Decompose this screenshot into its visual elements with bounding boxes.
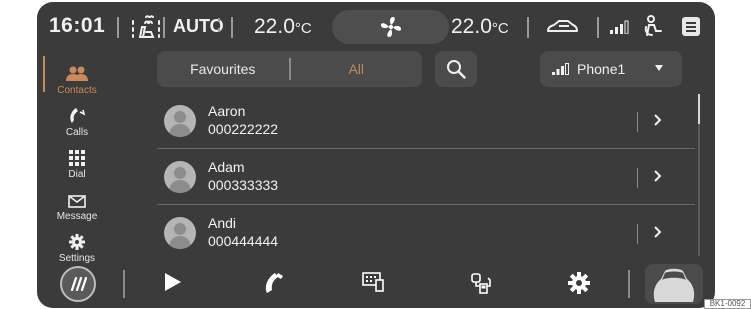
play-icon[interactable]	[164, 272, 182, 292]
smartlink-icon[interactable]	[362, 272, 384, 292]
contact-name: Aaron	[208, 103, 246, 119]
contacts-icon	[66, 66, 88, 81]
car-icon[interactable]	[545, 17, 579, 37]
gear-icon	[69, 234, 85, 250]
fuel-icon[interactable]	[470, 272, 492, 294]
fan-icon	[380, 17, 401, 37]
contact-number: 000222222	[208, 121, 279, 137]
signal-icon	[610, 20, 629, 34]
avatar	[164, 105, 196, 137]
contact-row[interactable]: Andi 000444444	[157, 207, 695, 263]
tab-favourites[interactable]: Favourites	[157, 61, 289, 77]
phone-selector[interactable]: Phone1	[540, 51, 682, 87]
temperature-right[interactable]: 22.0°C	[451, 15, 509, 39]
divider	[637, 168, 638, 188]
search-button[interactable]	[435, 51, 477, 87]
chevron-down-icon	[655, 65, 663, 71]
contacts-filter-tabs: Favourites All	[157, 51, 422, 87]
divider	[628, 270, 630, 298]
temperature-right-unit: °C	[491, 20, 509, 37]
divider	[117, 17, 119, 38]
divider	[597, 17, 599, 38]
phone-name: Phone1	[577, 61, 626, 77]
tab-all[interactable]: All	[291, 61, 423, 77]
row-divider	[157, 204, 695, 205]
contact-row[interactable]: Aaron 000222222	[157, 95, 695, 151]
temperature-left-value: 22.0	[254, 15, 295, 38]
gear-icon[interactable]	[568, 272, 590, 294]
divider	[231, 17, 233, 38]
sidebar-item-settings[interactable]: Settings	[43, 220, 111, 264]
sidebar-item-contacts[interactable]: Contacts	[43, 52, 111, 96]
phone-icon	[70, 108, 86, 123]
divider	[123, 270, 125, 298]
contact-name: Adam	[208, 159, 245, 175]
home-button[interactable]	[60, 266, 96, 302]
divider	[163, 17, 165, 38]
sidebar-item-message[interactable]: Message	[43, 178, 111, 222]
vehicle-button[interactable]	[645, 264, 703, 304]
scrollbar[interactable]	[698, 94, 700, 256]
temperature-left[interactable]: 22.0°C	[254, 15, 312, 39]
contact-row[interactable]: Adam 000333333	[157, 151, 695, 207]
divider-dot	[218, 28, 220, 32]
signal-icon	[552, 63, 569, 75]
scroll-thumb[interactable]	[698, 94, 700, 124]
avatar	[164, 217, 196, 249]
person-icon	[644, 15, 662, 36]
car-icon	[653, 268, 695, 302]
sidebar: Contacts Calls Dial Message Settings	[37, 52, 117, 264]
seat-heating-icon[interactable]	[130, 14, 162, 40]
divider-dot	[218, 18, 220, 22]
fan-button[interactable]	[332, 10, 449, 44]
contact-number: 000333333	[208, 177, 279, 193]
chevron-right-icon[interactable]	[654, 170, 662, 182]
sidebar-item-label: Settings	[58, 253, 96, 264]
infotainment-screen: 16:01 AUTO 22.0°C 22.0°C Contacts Calls …	[37, 2, 715, 308]
search-icon	[447, 60, 466, 79]
contact-number: 000444444	[208, 233, 279, 249]
menu-icon[interactable]	[682, 17, 700, 36]
home-icon	[70, 277, 87, 291]
temperature-right-value: 22.0	[451, 15, 492, 38]
sidebar-item-calls[interactable]: Calls	[43, 94, 111, 138]
clock: 16:01	[49, 14, 106, 37]
chevron-right-icon[interactable]	[654, 226, 662, 238]
divider	[637, 112, 638, 132]
phone-icon[interactable]	[263, 272, 285, 294]
avatar	[164, 161, 196, 193]
climate-mode[interactable]: AUTO	[173, 16, 224, 37]
page-indicator	[602, 300, 616, 308]
divider	[637, 224, 638, 244]
status-bar: 16:01 AUTO 22.0°C 22.0°C	[37, 2, 715, 52]
figure-reference: BK1-0092	[704, 299, 751, 309]
sidebar-item-dial[interactable]: Dial	[43, 136, 111, 180]
envelope-icon	[68, 195, 86, 208]
row-divider	[157, 148, 695, 149]
contact-name: Andi	[208, 215, 237, 231]
temperature-left-unit: °C	[294, 20, 312, 37]
keypad-icon	[69, 150, 85, 166]
divider	[527, 17, 529, 38]
chevron-right-icon[interactable]	[654, 114, 662, 126]
